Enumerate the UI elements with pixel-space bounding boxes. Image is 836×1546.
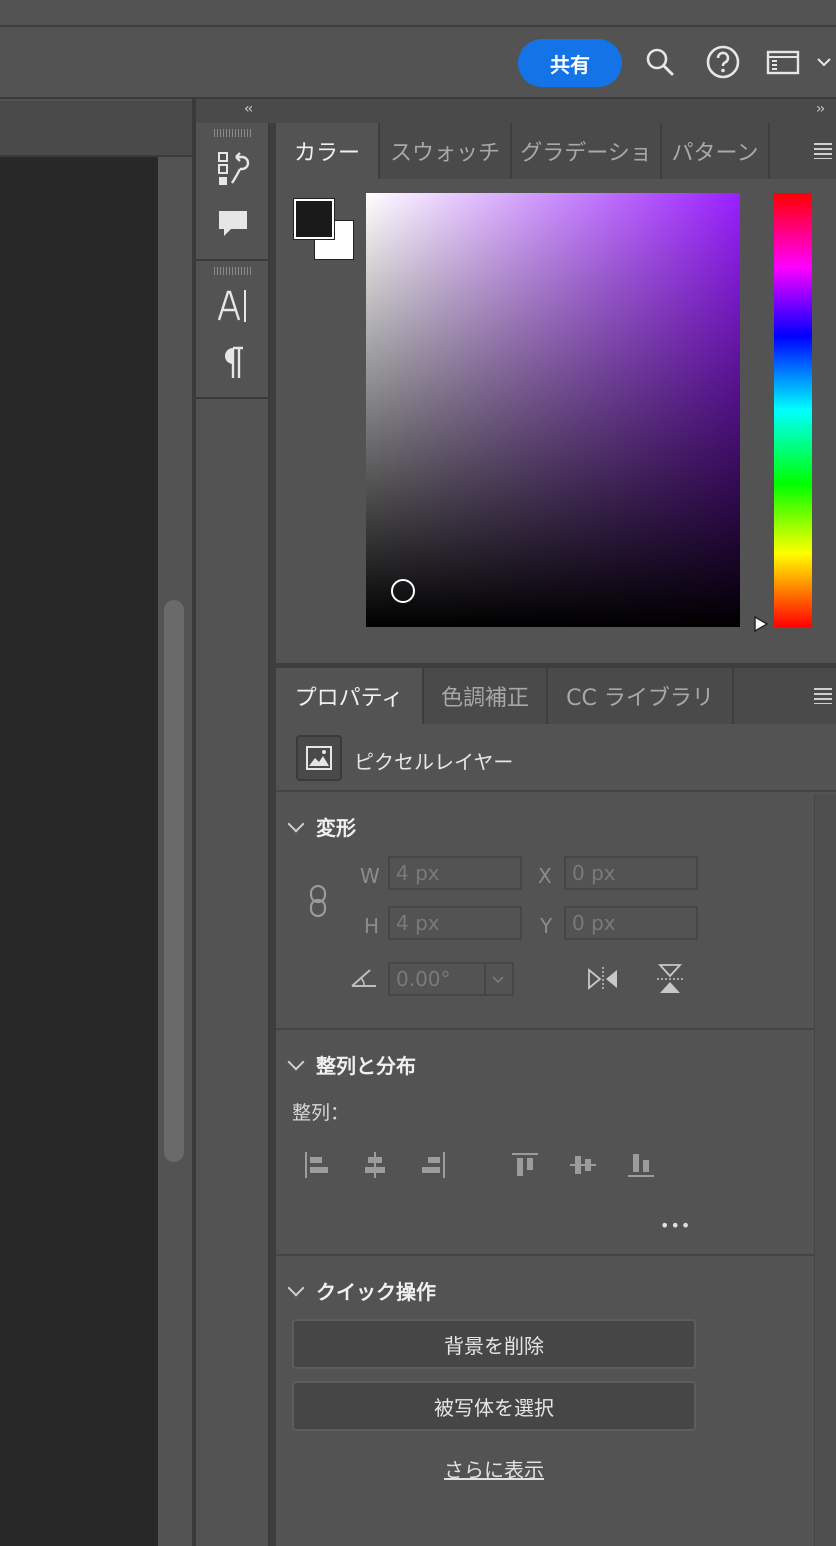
- more-options-icon[interactable]: •••: [660, 1216, 691, 1235]
- hue-slider-marker-icon[interactable]: [754, 615, 769, 633]
- angle-icon: [350, 966, 378, 994]
- align-distribute-header[interactable]: 整列と分布: [287, 1050, 416, 1079]
- link-icon[interactable]: [306, 884, 330, 922]
- pixel-layer-icon: [296, 735, 342, 781]
- comment-icon[interactable]: [212, 203, 254, 245]
- grip-handle[interactable]: [214, 129, 252, 137]
- align-vertical-center-icon[interactable]: [568, 1150, 598, 1180]
- align-right-icon[interactable]: [418, 1150, 448, 1180]
- character-icon[interactable]: [212, 285, 254, 327]
- panel-tool-strip: [196, 123, 270, 1546]
- quick-actions-section: クイック操作 背景を削除 被写体を選択 さらに表示: [276, 1256, 814, 1546]
- history-icon[interactable]: [212, 147, 254, 189]
- workspace-icon[interactable]: [765, 44, 801, 80]
- layer-type-label: ピクセルレイヤー: [354, 750, 514, 774]
- width-field[interactable]: [388, 856, 522, 890]
- quick-actions-title: クイック操作: [316, 1280, 436, 1304]
- align-left-icon[interactable]: [302, 1150, 332, 1180]
- color-panel-tabs: カラー スウォッチ グラデーショ パターン: [276, 123, 836, 179]
- panel-menu-icon[interactable]: [814, 143, 832, 159]
- angle-dropdown[interactable]: [484, 962, 514, 996]
- tab-adjustments[interactable]: 色調補正: [424, 668, 548, 724]
- tab-swatches[interactable]: スウォッチ: [380, 123, 512, 179]
- transform-title: 変形: [316, 816, 356, 840]
- collapse-right-icon[interactable]: ››: [816, 101, 825, 117]
- document-tab-strip: [0, 101, 192, 157]
- saturation-brightness-field[interactable]: [366, 193, 740, 627]
- x-position-field[interactable]: [564, 856, 698, 890]
- panel-menu-icon[interactable]: [814, 688, 832, 704]
- canvas-area[interactable]: [0, 157, 158, 1546]
- angle-field[interactable]: [388, 962, 486, 996]
- color-picker-cursor[interactable]: [391, 579, 415, 603]
- width-label: W: [360, 864, 380, 888]
- transform-header[interactable]: 変形: [287, 812, 356, 841]
- properties-panel: プロパティ 色調補正 CC ライブラリ ピクセルレイヤー 変形 W X H Y: [276, 668, 836, 1546]
- top-divider: [0, 25, 836, 27]
- hue-slider[interactable]: [774, 193, 812, 627]
- remove-background-button[interactable]: 背景を削除: [292, 1319, 696, 1369]
- align-distribute-title: 整列と分布: [316, 1054, 416, 1078]
- align-bottom-icon[interactable]: [626, 1150, 656, 1180]
- tab-color[interactable]: カラー: [276, 123, 380, 179]
- tool-strip-divider: [196, 397, 268, 399]
- top-bar: 共有: [0, 0, 836, 99]
- tab-patterns[interactable]: パターン: [662, 123, 770, 179]
- quick-actions-header[interactable]: クイック操作: [287, 1276, 436, 1305]
- tool-strip-divider: [196, 259, 268, 261]
- paragraph-icon[interactable]: [212, 341, 254, 383]
- panel-collapse-bar: ‹‹ ››: [196, 99, 836, 123]
- chevron-down-icon[interactable]: [812, 44, 836, 80]
- height-field[interactable]: [388, 906, 522, 940]
- height-label: H: [364, 914, 380, 938]
- properties-panel-tabs: プロパティ 色調補正 CC ライブラリ: [276, 668, 836, 724]
- align-label: 整列：: [292, 1102, 350, 1124]
- align-horizontal-center-icon[interactable]: [360, 1150, 390, 1180]
- search-icon[interactable]: [642, 44, 678, 80]
- canvas-scrollbar-thumb[interactable]: [164, 600, 184, 1162]
- collapse-left-icon[interactable]: ‹‹: [244, 101, 253, 117]
- x-label: X: [538, 864, 552, 888]
- properties-scrollbar[interactable]: [814, 794, 836, 1546]
- y-position-field[interactable]: [564, 906, 698, 940]
- chevron-down-icon: [287, 1279, 305, 1296]
- share-button[interactable]: 共有: [518, 39, 622, 87]
- transform-section: 変形 W X H Y: [276, 794, 814, 1030]
- help-icon[interactable]: [705, 44, 741, 80]
- show-more-link[interactable]: さらに表示: [292, 1454, 696, 1483]
- tab-cc-libraries[interactable]: CC ライブラリ: [548, 668, 734, 724]
- layer-type-row: ピクセルレイヤー: [276, 724, 836, 792]
- color-panel: カラー スウォッチ グラデーショ パターン: [276, 123, 836, 663]
- align-top-icon[interactable]: [510, 1150, 540, 1180]
- chevron-down-icon: [287, 815, 305, 832]
- foreground-color-swatch[interactable]: [293, 198, 335, 240]
- align-buttons-row: [276, 1150, 814, 1182]
- flip-vertical-icon[interactable]: [656, 962, 684, 1000]
- align-distribute-section: 整列と分布 整列： •••: [276, 1030, 814, 1256]
- y-label: Y: [540, 914, 553, 938]
- grip-handle[interactable]: [214, 267, 252, 275]
- flip-horizontal-icon[interactable]: [586, 966, 620, 996]
- chevron-down-icon: [287, 1053, 305, 1070]
- tab-gradients[interactable]: グラデーショ: [512, 123, 662, 179]
- select-subject-button[interactable]: 被写体を選択: [292, 1381, 696, 1431]
- tab-properties[interactable]: プロパティ: [276, 668, 424, 724]
